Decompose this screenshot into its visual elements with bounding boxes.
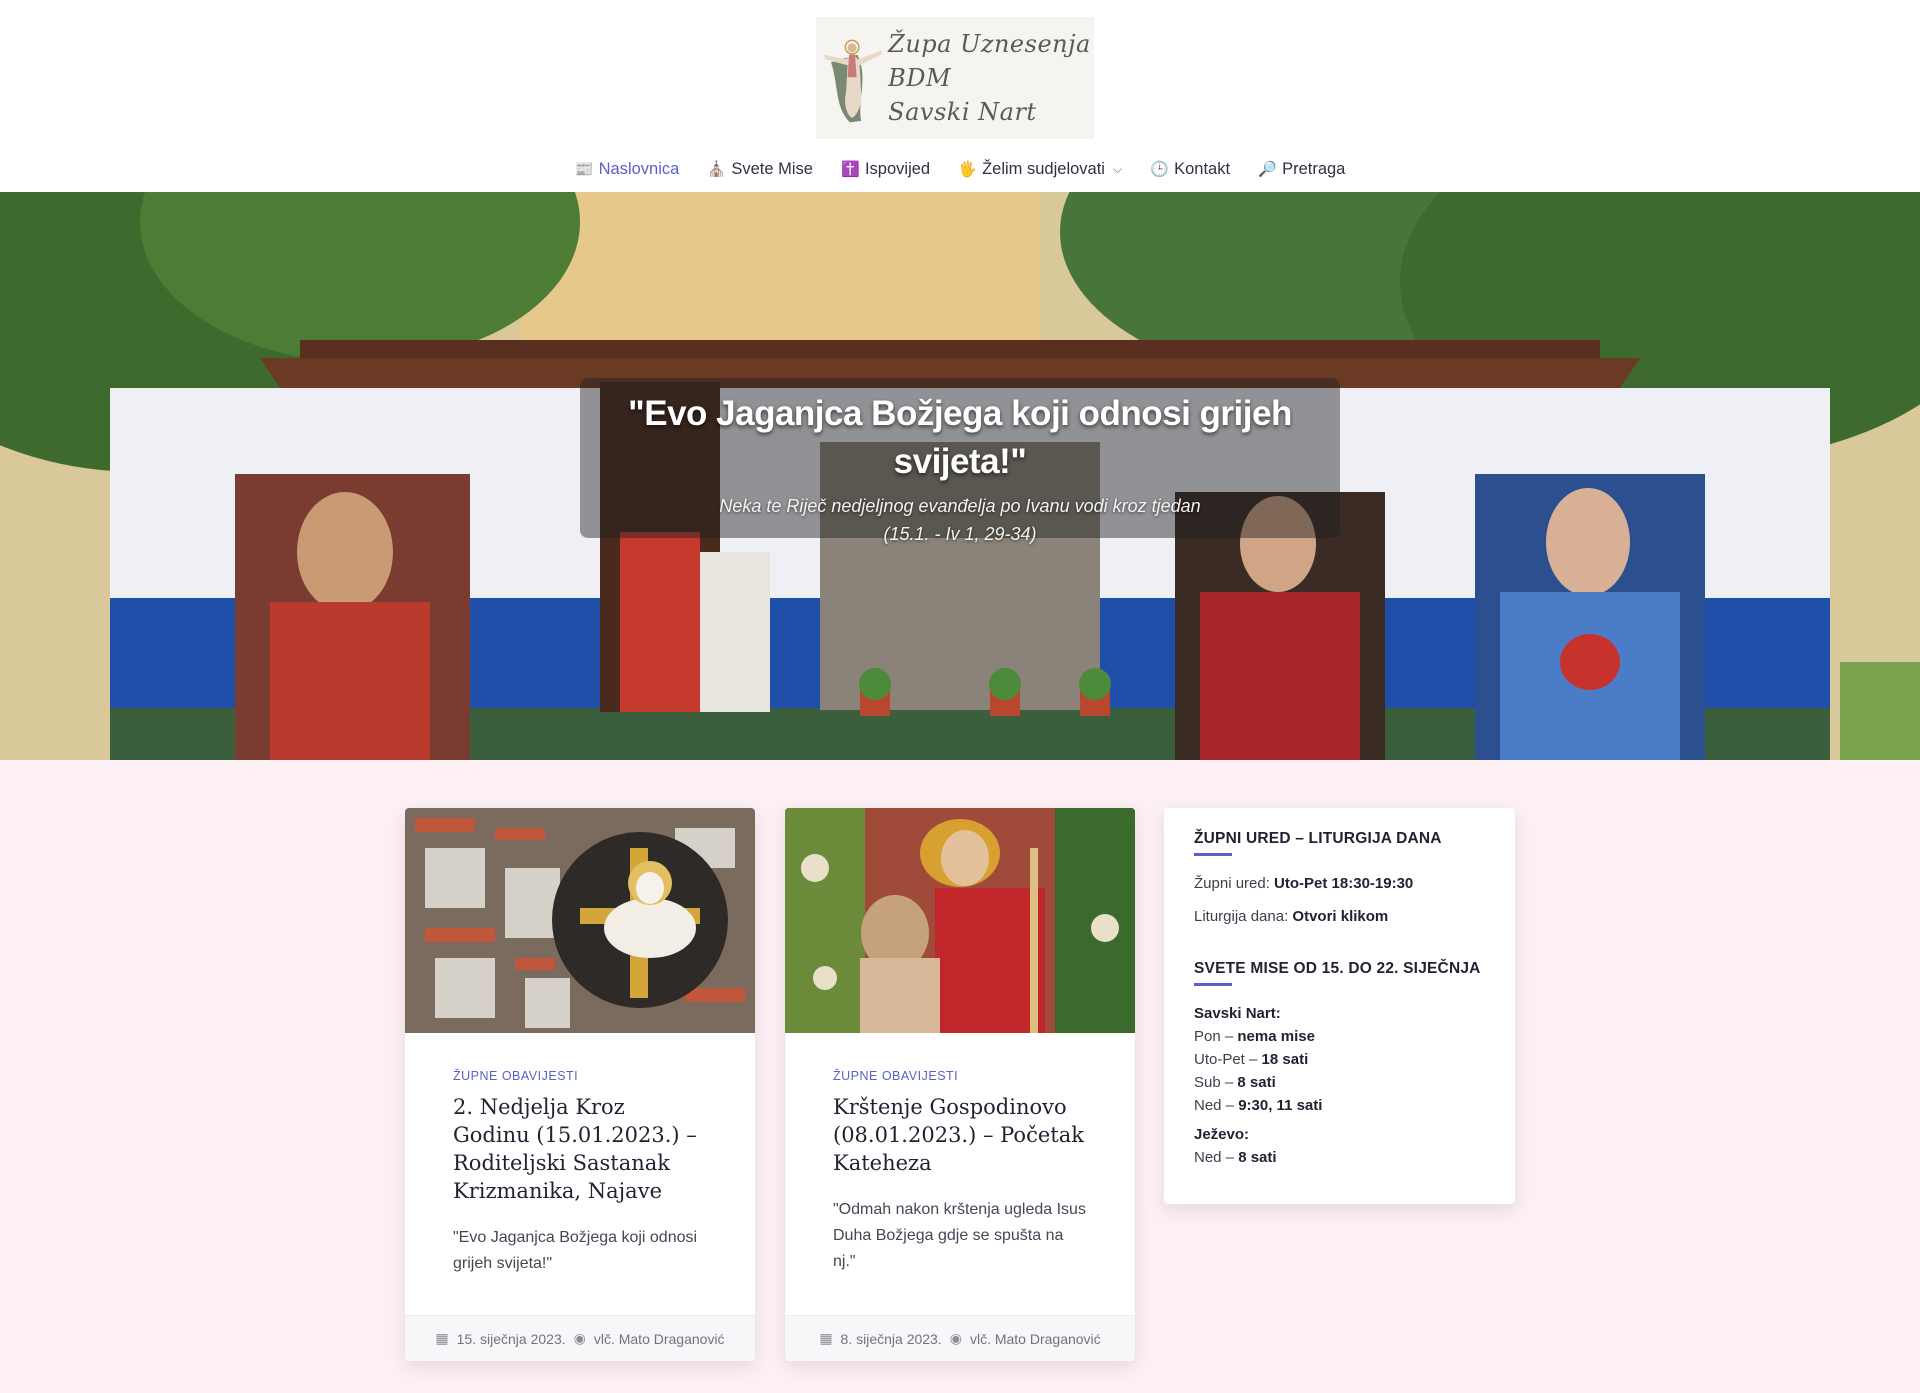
- mass-row: Sub – 8 sati: [1194, 1071, 1485, 1094]
- mass-place: Savski Nart:: [1194, 1002, 1485, 1025]
- mass-place: Ježevo:: [1194, 1123, 1485, 1146]
- card-meta: ▦ 8. siječnja 2023. ◉ vlč. Mato Draganov…: [785, 1315, 1135, 1361]
- main-nav: 📰 Naslovnica ⛪ Svete Mise ✝️ Ispovijed 🖐…: [0, 152, 1920, 186]
- liturgy-link[interactable]: Otvori klikom: [1292, 908, 1388, 925]
- hero-subtitle-line-2: (15.1. - Iv 1, 29-34): [883, 524, 1037, 544]
- card-title-link[interactable]: 2. Nedjelja Kroz Godinu (15.01.2023.) – …: [453, 1093, 707, 1205]
- post-card[interactable]: ŽUPNE OBAVIJESTI Krštenje Gospodinovo (0…: [785, 808, 1135, 1361]
- nav-label: Naslovnica: [598, 159, 680, 178]
- card-date[interactable]: 8. siječnja 2023.: [841, 1331, 942, 1347]
- mass-row: Pon – nema mise: [1194, 1025, 1485, 1048]
- mass-time: 9:30, 11 sati: [1238, 1097, 1323, 1114]
- nav-svete-mise[interactable]: ⛪ Svete Mise: [707, 160, 813, 179]
- nav-naslovnica[interactable]: 📰 Naslovnica: [575, 160, 680, 179]
- hero-subtitle-line-1: Neka te Riječ nedjeljnog evanđelja po Iv…: [719, 496, 1201, 516]
- virgin-mary-logo-icon: [823, 39, 883, 123]
- cross-icon: ✝️: [840, 161, 860, 178]
- site-header: Župa Uznesenja BDM Savski Nart 📰 Naslovn…: [0, 0, 1920, 192]
- mass-row: Uto-Pet – 18 sati: [1194, 1048, 1485, 1071]
- hero-banner: "Evo Jaganjca Božjega koji odnosi grijeh…: [0, 192, 1920, 760]
- mass-day: Pon –: [1194, 1028, 1238, 1045]
- liturgy-row: Liturgija dana: Otvori klikom: [1194, 905, 1485, 928]
- logo-text: Župa Uznesenja BDM Savski Nart: [888, 27, 1094, 129]
- office-value: Uto-Pet 18:30-19:30: [1274, 875, 1414, 892]
- card-excerpt: "Odmah nakon krštenja ugleda Isus Duha B…: [833, 1201, 1086, 1270]
- nav-kontakt[interactable]: 🕒 Kontakt: [1150, 160, 1230, 179]
- card-title-link[interactable]: Krštenje Gospodinovo (08.01.2023.) – Poč…: [833, 1093, 1087, 1177]
- heading-underline: [1194, 983, 1232, 986]
- nav-pretraga[interactable]: 🔎 Pretraga: [1258, 160, 1345, 179]
- nav-label: Ispovijed: [864, 159, 931, 178]
- site-logo[interactable]: Župa Uznesenja BDM Savski Nart: [816, 17, 1094, 139]
- mass-row: Ned – 8 sati: [1194, 1146, 1485, 1169]
- mass-day: Uto-Pet –: [1194, 1051, 1262, 1068]
- mass-day: Ned –: [1194, 1149, 1239, 1166]
- nav-label: Svete Mise: [731, 159, 813, 178]
- card-author[interactable]: vlč. Mato Draganović: [970, 1331, 1101, 1347]
- nav-zelim-sudjelovati[interactable]: 🖐 Želim sudjelovati ⌵: [958, 160, 1122, 179]
- calendar-icon: ▦: [435, 1330, 449, 1346]
- logo-line-2: Savski Nart: [888, 98, 1037, 126]
- sidebar-widget: ŽUPNI URED – LITURGIJA DANA Župni ured: …: [1164, 808, 1515, 1204]
- mass-time: 8 sati: [1237, 1074, 1276, 1091]
- user-icon: ◉: [949, 1330, 962, 1346]
- place-name: Savski Nart:: [1194, 1005, 1281, 1022]
- clock-icon: 🕒: [1150, 161, 1169, 178]
- church-icon: ⛪: [707, 161, 727, 178]
- hero-title-line-2: svijeta!": [893, 442, 1027, 481]
- card-meta: ▦ 15. siječnja 2023. ◉ vlč. Mato Dragano…: [405, 1315, 755, 1361]
- hero-title-line-1: "Evo Jaganjca Božjega koji odnosi grijeh: [628, 394, 1292, 433]
- widget-heading-masses: SVETE MISE OD 15. DO 22. SIJEČNJA: [1194, 960, 1481, 977]
- user-icon: ◉: [573, 1330, 586, 1346]
- hero-subtitle: Neka te Riječ nedjeljnog evanđelja po Iv…: [580, 492, 1340, 548]
- nav-label: Želim sudjelovati: [982, 159, 1105, 178]
- widget-heading-office: ŽUPNI URED – LITURGIJA DANA: [1194, 830, 1442, 847]
- card-date[interactable]: 15. siječnja 2023.: [457, 1331, 566, 1347]
- nav-label: Pretraga: [1282, 159, 1346, 178]
- mass-day: Ned –: [1194, 1097, 1239, 1114]
- card-category-link[interactable]: ŽUPNE OBAVIJESTI: [453, 1069, 707, 1083]
- mass-time: 8 sati: [1238, 1149, 1277, 1166]
- place-name: Ježevo:: [1194, 1126, 1250, 1143]
- logo-line-1: Župa Uznesenja BDM: [888, 30, 1091, 92]
- mass-time: 18 sati: [1261, 1051, 1309, 1068]
- hero-title: "Evo Jaganjca Božjega koji odnosi grijeh…: [580, 390, 1340, 486]
- post-card[interactable]: ŽUPNE OBAVIJESTI 2. Nedjelja Kroz Godinu…: [405, 808, 755, 1361]
- mass-time: nema mise: [1237, 1028, 1315, 1045]
- nav-label: Kontakt: [1174, 159, 1231, 178]
- hero-caption: "Evo Jaganjca Božjega koji odnosi grijeh…: [580, 378, 1340, 544]
- heading-underline: [1194, 853, 1232, 856]
- nav-ispovijed[interactable]: ✝️ Ispovijed: [841, 160, 930, 179]
- card-category-link[interactable]: ŽUPNE OBAVIJESTI: [833, 1069, 1087, 1083]
- newspaper-icon: 📰: [574, 161, 594, 178]
- office-hours: Župni ured: Uto-Pet 18:30-19:30: [1194, 872, 1485, 895]
- raised-hand-icon: 🖐: [958, 161, 977, 178]
- liturgy-label: Liturgija dana:: [1194, 908, 1293, 925]
- calendar-icon: ▦: [819, 1330, 833, 1346]
- mass-day: Sub –: [1194, 1074, 1238, 1091]
- lamb-of-god-image[interactable]: [405, 808, 755, 1033]
- office-label: Župni ured:: [1194, 875, 1275, 892]
- baptism-stained-glass-image[interactable]: [785, 808, 1135, 1033]
- card-excerpt: "Evo Jaganjca Božjega koji odnosi grijeh…: [453, 1229, 698, 1272]
- mass-row: Ned – 9:30, 11 sati: [1194, 1094, 1485, 1117]
- chevron-down-icon: ⌵: [1112, 161, 1123, 176]
- search-icon: 🔎: [1258, 161, 1277, 178]
- card-author[interactable]: vlč. Mato Draganović: [594, 1331, 725, 1347]
